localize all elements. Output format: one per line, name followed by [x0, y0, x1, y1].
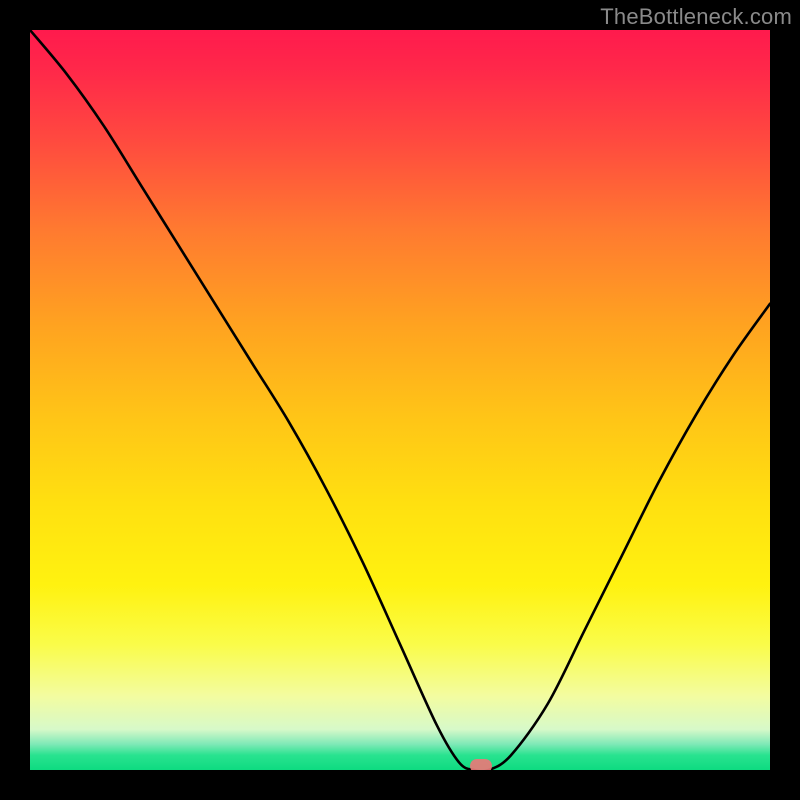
watermark-text: TheBottleneck.com: [600, 4, 792, 30]
plot-area: [30, 30, 770, 770]
bottleneck-curve: [30, 30, 770, 770]
optimum-marker: [470, 759, 492, 770]
chart-frame: TheBottleneck.com: [0, 0, 800, 800]
